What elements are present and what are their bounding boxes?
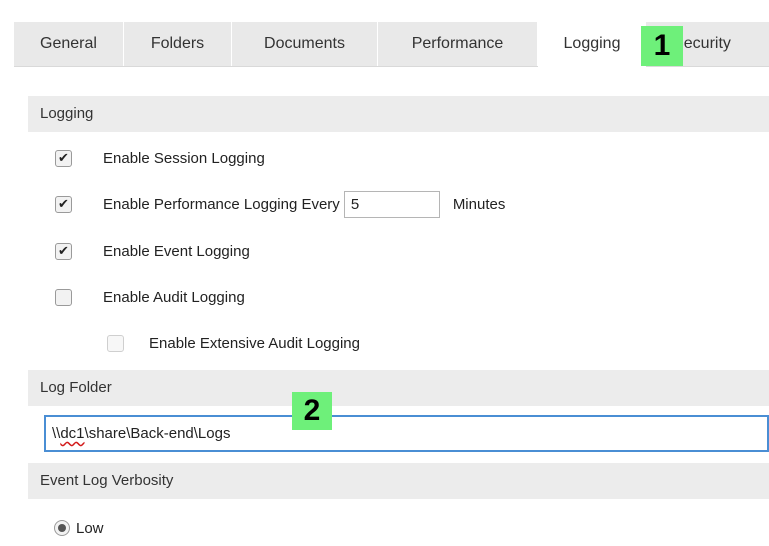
- verbosity-low-label: Low: [76, 519, 104, 537]
- tab-performance[interactable]: Performance: [378, 22, 538, 66]
- log-folder-path-input[interactable]: \\dc1\share\Back-end\Logs: [44, 415, 769, 452]
- tab-documents[interactable]: Documents: [232, 22, 378, 66]
- session-logging-label: Enable Session Logging: [103, 149, 265, 167]
- checkmark-icon: ✔: [58, 150, 69, 166]
- event-logging-label: Enable Event Logging: [103, 242, 250, 260]
- performance-logging-row[interactable]: ✔ Enable Performance Logging Every Minut…: [55, 190, 505, 218]
- path-rest: \share\Back-end\Logs: [84, 425, 231, 442]
- audit-logging-checkbox[interactable]: [55, 288, 72, 306]
- logging-section-header: Logging: [28, 96, 769, 132]
- extensive-audit-checkbox: [107, 334, 124, 352]
- session-logging-checkbox[interactable]: ✔: [55, 149, 72, 167]
- extensive-audit-label: Enable Extensive Audit Logging: [149, 334, 360, 352]
- callout-marker-1: 1: [641, 26, 683, 66]
- performance-logging-checkbox[interactable]: ✔: [55, 195, 72, 213]
- extensive-audit-row: Enable Extensive Audit Logging: [107, 329, 360, 357]
- verbosity-low-radio[interactable]: [54, 520, 70, 536]
- log-folder-section-header: Log Folder: [28, 370, 769, 406]
- callout-marker-2: 2: [292, 392, 332, 430]
- tab-logging[interactable]: Logging: [538, 22, 646, 70]
- event-logging-checkbox[interactable]: ✔: [55, 242, 72, 260]
- tab-underline: [14, 66, 769, 67]
- event-logging-row[interactable]: ✔ Enable Event Logging: [55, 237, 250, 265]
- tab-folders[interactable]: Folders: [124, 22, 232, 66]
- performance-logging-label: Enable Performance Logging Every: [103, 195, 340, 213]
- tab-general[interactable]: General: [14, 22, 124, 66]
- radio-selected-icon: [58, 524, 66, 532]
- minutes-label: Minutes: [452, 195, 506, 213]
- verbosity-low-row[interactable]: Low: [54, 514, 104, 542]
- checkmark-icon: ✔: [58, 196, 69, 212]
- audit-logging-label: Enable Audit Logging: [103, 288, 245, 306]
- audit-logging-row[interactable]: Enable Audit Logging: [55, 283, 245, 311]
- session-logging-row[interactable]: ✔ Enable Session Logging: [55, 144, 265, 172]
- checkmark-icon: ✔: [58, 243, 69, 259]
- path-spellcheck-word: dc1: [60, 425, 85, 442]
- performance-interval-input[interactable]: [343, 190, 440, 218]
- verbosity-section-header: Event Log Verbosity: [28, 463, 769, 499]
